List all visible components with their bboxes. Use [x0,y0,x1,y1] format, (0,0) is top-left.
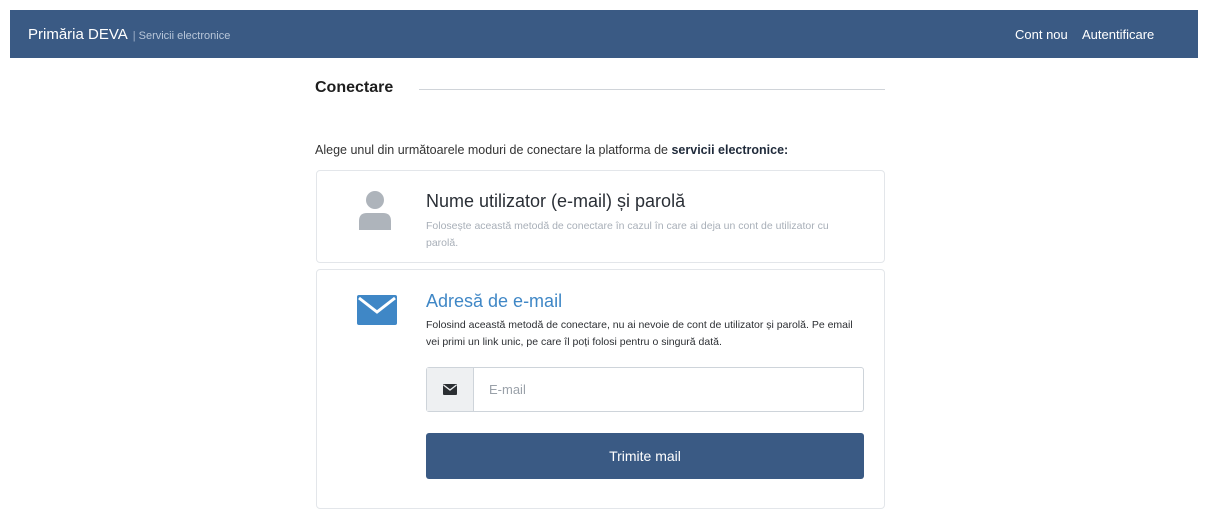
intro-text-bold: servicii electronice: [671,143,789,157]
page-title: Conectare [315,79,394,96]
register-link[interactable]: Cont nou [1015,27,1068,42]
brand-name[interactable]: Primăria DEVA [28,26,128,43]
envelope-icon [357,295,397,325]
envelope-small-icon [443,384,457,395]
method-password-title[interactable]: Nume utilizator (e-mail) și parolă [426,191,685,212]
top-navbar: Primăria DEVA | Servicii electronice Con… [10,10,1198,58]
intro-text-plain: Alege unul din următoarele moduri de con… [315,143,672,157]
brand-separator: | [132,29,136,42]
title-divider [419,89,885,90]
intro-text: Alege unul din următoarele moduri de con… [315,143,788,157]
send-mail-button[interactable]: Trimite mail [426,433,864,479]
brand[interactable]: Primăria DEVA | Servicii electronice [28,26,230,43]
login-link[interactable]: Autentificare [1082,27,1154,42]
email-field[interactable] [474,368,863,411]
method-password-description: Folosește această metodă de conectare în… [426,220,829,249]
email-input-group [426,367,864,412]
email-input-addon [427,368,474,411]
method-email-title: Adresă de e-mail [426,291,563,311]
brand-subtitle: Servicii electronice [138,29,231,42]
method-email-description: Folosind această metodă de conectare, nu… [426,319,853,348]
user-icon [359,191,391,230]
